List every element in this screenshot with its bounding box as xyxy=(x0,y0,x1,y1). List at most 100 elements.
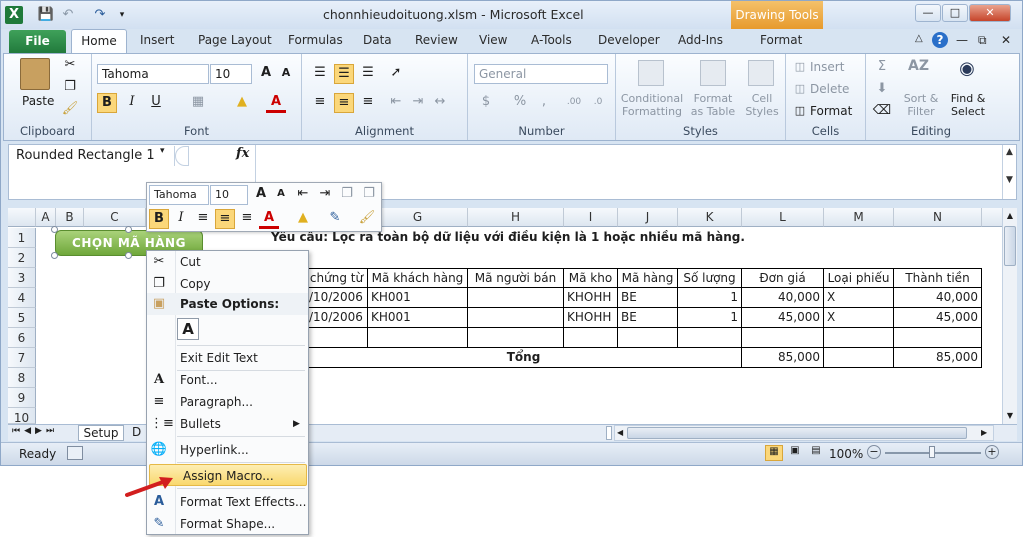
row-header[interactable]: 3 xyxy=(8,268,36,288)
row-header[interactable]: 4 xyxy=(8,288,36,308)
table-cell[interactable] xyxy=(368,328,468,348)
table-cell[interactable]: BE xyxy=(618,308,678,328)
font-size-dropdown[interactable]: 10 xyxy=(210,64,252,84)
row-header[interactable]: 2 xyxy=(8,248,36,268)
help-icon[interactable]: ? xyxy=(932,32,948,48)
font-name-dropdown[interactable]: Tahoma xyxy=(97,64,209,84)
table-cell[interactable]: /10/2006 xyxy=(306,288,368,308)
tab-a-tools[interactable]: A-Tools xyxy=(531,33,572,47)
mini-format-painter-icon[interactable]: 🖌 xyxy=(357,209,377,229)
table-cell[interactable] xyxy=(306,328,368,348)
formula-bar-splitter[interactable] xyxy=(175,146,189,166)
mini-grow-font-icon[interactable]: A xyxy=(251,185,271,205)
page-break-view-icon[interactable]: ▤ xyxy=(807,445,825,461)
align-middle-icon[interactable]: ☰ xyxy=(334,64,354,84)
fill-icon[interactable]: ⬇ xyxy=(872,80,892,100)
scroll-left-icon[interactable]: ◀ xyxy=(617,426,623,440)
scroll-right-icon[interactable]: ▶ xyxy=(981,426,987,440)
align-center-icon[interactable]: ≡ xyxy=(334,93,354,113)
tab-insert[interactable]: Insert xyxy=(140,33,174,47)
tab-home[interactable]: Home xyxy=(71,29,127,54)
border-icon[interactable]: ▦ xyxy=(188,93,208,113)
autosum-icon[interactable]: Σ xyxy=(872,58,892,78)
table-header[interactable]: chứng từ xyxy=(306,268,368,288)
total-amount[interactable]: 85,000 xyxy=(894,348,982,368)
fill-color-icon[interactable]: ▲ xyxy=(232,93,252,113)
format-as-table-icon[interactable] xyxy=(700,60,726,86)
table-cell[interactable]: 1 xyxy=(678,308,742,328)
table-header[interactable]: Mã hàng xyxy=(618,268,678,288)
table-cell[interactable] xyxy=(824,348,894,368)
font-color-icon[interactable]: A xyxy=(266,93,286,113)
tab-developer[interactable]: Developer xyxy=(598,33,660,47)
row-header[interactable]: 1 xyxy=(8,228,36,248)
table-cell[interactable] xyxy=(468,288,564,308)
sheet-tab-setup[interactable]: Setup xyxy=(78,425,124,441)
table-header[interactable]: Đơn giá xyxy=(742,268,824,288)
menu-item-cut[interactable]: ✂ Cut xyxy=(147,251,308,273)
comma-icon[interactable]: , xyxy=(534,93,554,113)
decrease-decimal-icon[interactable]: .0 xyxy=(588,93,608,113)
mini-outline-icon[interactable]: ✎ xyxy=(325,209,345,229)
tab-file[interactable]: File xyxy=(9,30,66,53)
mini-font-dropdown[interactable]: Tahoma xyxy=(149,185,209,205)
column-header[interactable]: A xyxy=(36,208,56,227)
column-header[interactable]: B xyxy=(56,208,84,227)
table-header[interactable]: Số lượng xyxy=(678,268,742,288)
minimize-ribbon-icon[interactable]: △ xyxy=(915,33,923,44)
row-header[interactable]: 6 xyxy=(8,328,36,348)
sheet-tab-d[interactable]: D xyxy=(132,425,141,440)
menu-item-bullets[interactable]: ⋮≡ Bullets ▶ xyxy=(147,413,308,435)
insert-function-icon[interactable]: fx xyxy=(236,146,249,161)
zoom-slider-thumb[interactable] xyxy=(929,446,935,458)
italic-icon[interactable]: I xyxy=(122,93,142,113)
table-cell[interactable] xyxy=(564,328,618,348)
tab-formulas[interactable]: Formulas xyxy=(288,33,343,47)
table-cell[interactable]: BE xyxy=(618,288,678,308)
resize-handle[interactable] xyxy=(51,252,58,259)
namebox-dropdown-icon[interactable]: ▾ xyxy=(160,146,165,156)
delete-icon[interactable]: ◫ xyxy=(790,80,810,100)
page-layout-view-icon[interactable]: ▣ xyxy=(786,445,804,461)
zoom-out-icon[interactable]: − xyxy=(867,445,881,459)
clear-icon[interactable]: ⌫ xyxy=(872,102,892,122)
tab-split-handle[interactable] xyxy=(606,426,612,440)
scroll-down-icon[interactable]: ▼ xyxy=(1003,408,1017,424)
menu-item-font[interactable]: A Font... xyxy=(147,369,308,391)
mini-send-backward-icon[interactable]: ❐ xyxy=(359,185,379,205)
excel-logo-icon[interactable]: X xyxy=(5,6,23,24)
undo-icon[interactable]: ↶ xyxy=(59,6,77,24)
table-cell[interactable] xyxy=(468,328,564,348)
mini-bring-forward-icon[interactable]: ❐ xyxy=(337,185,357,205)
table-cell[interactable] xyxy=(468,308,564,328)
insert-icon[interactable]: ◫ xyxy=(790,58,810,78)
delete-cells-button[interactable]: Delete xyxy=(810,82,849,96)
total-price[interactable]: 85,000 xyxy=(742,348,824,368)
table-header[interactable]: Mã khách hàng xyxy=(368,268,468,288)
cell-styles-icon[interactable] xyxy=(748,60,774,86)
save-icon[interactable]: 💾 xyxy=(37,6,55,24)
table-cell[interactable] xyxy=(678,328,742,348)
table-cell[interactable]: 1 xyxy=(678,288,742,308)
format-icon[interactable]: ◫ xyxy=(790,102,810,122)
tab-data[interactable]: Data xyxy=(363,33,392,47)
column-header[interactable]: C xyxy=(84,208,146,227)
table-header[interactable]: Mã kho xyxy=(564,268,618,288)
mini-align-right-icon[interactable]: ≡ xyxy=(237,209,257,229)
table-cell[interactable]: 45,000 xyxy=(894,308,982,328)
align-left-icon[interactable]: ≡ xyxy=(310,93,330,113)
cut-icon[interactable]: ✂ xyxy=(60,56,80,76)
table-cell[interactable]: X xyxy=(824,308,894,328)
tab-add-ins[interactable]: Add-Ins xyxy=(678,33,723,47)
table-header[interactable]: Mã người bán xyxy=(468,268,564,288)
column-header[interactable]: M xyxy=(824,208,894,227)
zoom-in-icon[interactable]: + xyxy=(985,445,999,459)
horizontal-scrollbar[interactable]: ◀ ▶ xyxy=(614,425,994,441)
bold-icon[interactable]: B xyxy=(97,93,117,113)
normal-view-icon[interactable]: ▦ xyxy=(765,445,783,461)
mini-decrease-indent-icon[interactable]: ⇤ xyxy=(293,185,313,205)
number-format-dropdown[interactable]: General xyxy=(474,64,608,84)
column-header[interactable]: H xyxy=(468,208,564,227)
mini-align-center-icon[interactable]: ≡ xyxy=(215,209,235,229)
paste-keep-text-icon[interactable]: A xyxy=(177,318,199,340)
